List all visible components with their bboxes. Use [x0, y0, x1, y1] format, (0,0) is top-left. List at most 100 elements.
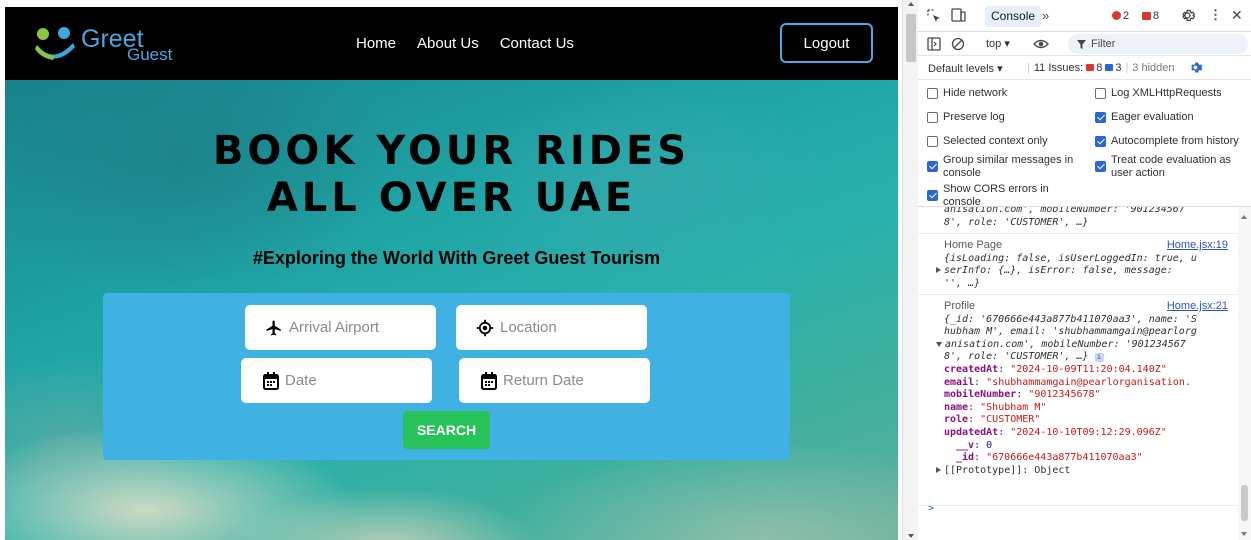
eager-eval-checkbox[interactable] [1095, 112, 1106, 123]
console-scrollbar-thumb[interactable] [1241, 485, 1248, 521]
issues-blue-count: 3 [1115, 62, 1122, 74]
page-scrollbar-thumb[interactable] [906, 14, 916, 62]
group-similar-checkbox[interactable] [927, 161, 938, 172]
group-similar-option[interactable]: Group similar messages in console [927, 154, 1077, 180]
field-value: "shubhammamgain@pearlorganisation. [986, 376, 1191, 388]
treat-code-label: Treat code evaluation as user action [1111, 154, 1232, 179]
field-key: __v [956, 439, 975, 451]
field-row: createdAt: "2024-10-09T11:20:04.140Z" [944, 364, 1238, 377]
field-key: mobileNumber [944, 389, 1017, 401]
prototype-row[interactable]: [[Prototype]]: Object [936, 465, 1238, 478]
log-line-expandable[interactable]: anisation.com', mobileNumber: '901234567 [936, 339, 1238, 352]
search-panel: Arrival Airport Location Date Return Dat… [103, 293, 790, 460]
inspect-element-icon[interactable] [927, 9, 941, 23]
show-cors-checkbox[interactable] [927, 190, 938, 201]
filter-icon [1077, 39, 1086, 49]
date-input[interactable]: Date [241, 358, 432, 403]
field-key: name [944, 401, 969, 413]
field-value: "9012345678" [1028, 389, 1101, 401]
field-value: "CUSTOMER" [980, 414, 1041, 426]
gear-icon[interactable] [1180, 8, 1195, 23]
hero-title: BOOK YOUR RIDES ALL OVER UAE [5, 128, 898, 222]
hide-network-checkbox[interactable] [927, 88, 938, 99]
clear-console-icon[interactable] [951, 37, 965, 51]
source-link-home[interactable]: Home.jsx:19 [1167, 239, 1228, 252]
colon: : [974, 452, 987, 464]
preserve-log-checkbox[interactable] [927, 112, 938, 123]
field-row: name: "Shubham M" [944, 402, 1238, 415]
eager-eval-label: Eager evaluation [1111, 111, 1194, 123]
filter-input[interactable]: Filter [1068, 34, 1248, 54]
page-scrollbar[interactable] [902, 0, 918, 540]
error-count-badge[interactable]: 2 [1112, 10, 1129, 22]
field-value: "2024-10-09T11:20:04.140Z" [1010, 363, 1167, 375]
nav-contact[interactable]: Contact Us [500, 35, 574, 52]
more-tabs-button[interactable]: » [1042, 8, 1049, 23]
collapse-arrow-icon[interactable] [936, 341, 942, 347]
info-icon[interactable]: i [1094, 353, 1104, 363]
return-date-placeholder: Return Date [503, 372, 584, 389]
source-link-profile[interactable]: Home.jsx:21 [1167, 300, 1228, 313]
console-settings-gear-icon[interactable] [1188, 60, 1203, 75]
return-date-input[interactable]: Return Date [459, 358, 650, 403]
selected-context-label: Selected context only [943, 135, 1048, 147]
search-button[interactable]: SEARCH [403, 411, 490, 449]
preserve-log-option[interactable]: Preserve log [927, 111, 1005, 124]
eye-icon[interactable] [1033, 37, 1049, 51]
field-key: updatedAt [944, 426, 999, 438]
context-select[interactable]: top ▾ [986, 37, 1010, 50]
treat-code-checkbox[interactable] [1095, 161, 1106, 172]
field-value: "670666e443a877b411070aa3" [986, 452, 1143, 464]
error-count: 2 [1123, 10, 1130, 22]
brand-logo[interactable]: Greet Guest [35, 25, 172, 65]
issue-error-icon [1086, 64, 1095, 71]
device-toolbar-icon[interactable] [951, 8, 966, 22]
scroll-down-icon[interactable] [908, 534, 914, 538]
log-xhr-option[interactable]: Log XMLHttpRequests [1095, 87, 1222, 100]
autocomplete-option[interactable]: Autocomplete from history [1095, 135, 1239, 148]
scroll-up-icon[interactable] [908, 2, 914, 6]
close-icon[interactable]: ✕ [1231, 7, 1243, 24]
colon: : [974, 376, 987, 388]
nav-about[interactable]: About Us [417, 35, 479, 52]
sidebar-toggle-icon[interactable] [927, 37, 941, 51]
log-levels-select[interactable]: Default levels ▾ [928, 62, 1003, 75]
location-input[interactable]: Location [456, 305, 647, 350]
autocomplete-checkbox[interactable] [1095, 136, 1106, 147]
scroll-down-icon[interactable] [1241, 532, 1247, 536]
console-scrollbar[interactable] [1238, 207, 1251, 540]
show-cors-option[interactable]: Show CORS errors in console [927, 183, 1067, 209]
field-row: email: "shubhammamgain@pearlorganisation… [944, 377, 1238, 390]
tab-console[interactable]: Console [985, 6, 1042, 27]
kebab-menu-icon[interactable]: ⋮ [1209, 7, 1222, 23]
selected-context-checkbox[interactable] [927, 136, 938, 147]
logout-button[interactable]: Logout [780, 23, 873, 63]
field-key: email [944, 376, 975, 388]
expand-arrow-icon[interactable] [936, 267, 941, 274]
hide-network-option[interactable]: Hide network [927, 87, 1007, 100]
treat-code-option[interactable]: Treat code evaluation as user action [1095, 154, 1245, 180]
hero-title-line2: ALL OVER UAE [266, 175, 637, 221]
log-entry-partial: anisation.com', mobileNumber: '901234567… [918, 207, 1238, 234]
scroll-up-icon[interactable] [1241, 215, 1247, 219]
show-cors-label: Show CORS errors in console [943, 183, 1049, 208]
console-prompt[interactable]: > [928, 503, 934, 516]
warning-count-badge[interactable]: 8 [1142, 10, 1159, 22]
log-line: serInfo: {…}, isError: false, message: [944, 265, 1173, 277]
airplane-icon [266, 320, 281, 335]
arrival-airport-input[interactable]: Arrival Airport [245, 305, 436, 350]
log-line-expandable[interactable]: serInfo: {…}, isError: false, message: [936, 265, 1238, 278]
colon: : [998, 426, 1011, 438]
devtools-panel: Console » 2 8 ⋮ ✕ top ▾ Filter Default l… [918, 0, 1251, 540]
preserve-log-label: Preserve log [943, 111, 1005, 123]
log-line: '', …} [944, 277, 981, 289]
nav-home[interactable]: Home [356, 35, 396, 52]
eager-eval-option[interactable]: Eager evaluation [1095, 111, 1194, 124]
selected-context-option[interactable]: Selected context only [927, 135, 1048, 148]
issues-summary[interactable]: | 11 Issues: 8 3 | 3 hidden [1023, 62, 1175, 74]
log-entry-profile[interactable]: Profile Home.jsx:21 {_id: '670666e443a87… [918, 296, 1238, 506]
log-xhr-checkbox[interactable] [1095, 88, 1106, 99]
expand-arrow-icon[interactable] [936, 466, 941, 473]
field-value: "2024-10-10T09:12:29.096Z" [1010, 426, 1167, 438]
log-entry-home[interactable]: Home Page Home.jsx:19 {isLoading: false,… [918, 235, 1238, 295]
